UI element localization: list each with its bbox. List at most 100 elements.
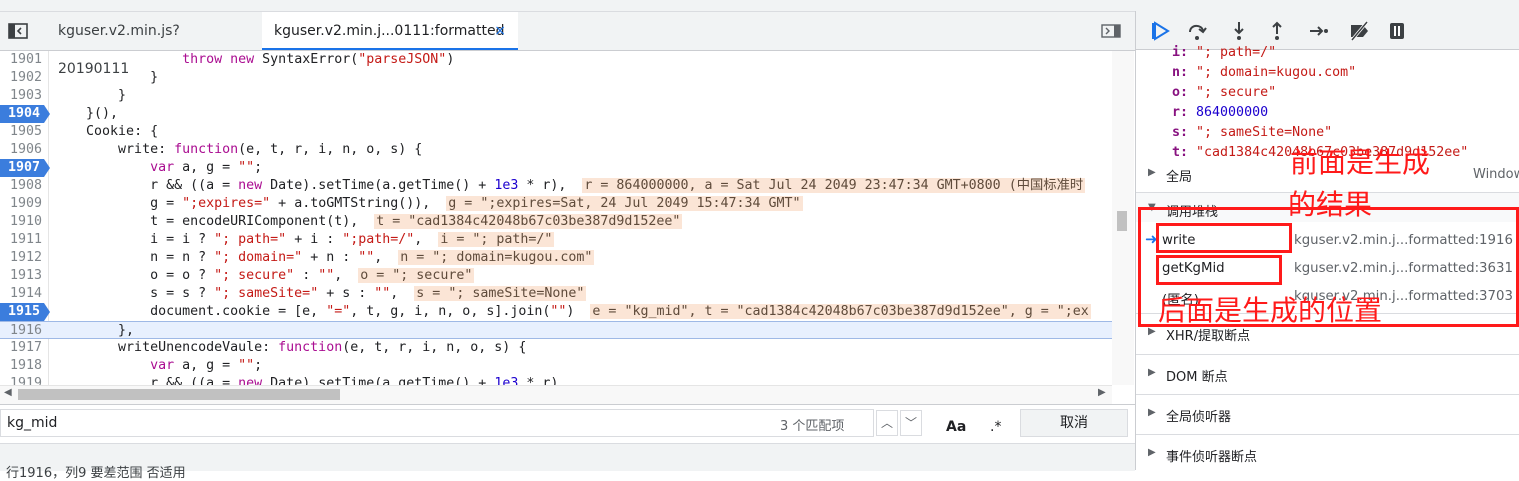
write-frame-highlight [1156, 223, 1292, 253]
code-line[interactable]: 1908 r && ((a = new Date).setTime(a.getT… [0, 177, 1112, 195]
code-line[interactable]: 1919 r && ((a = new Date).setTime(a.getT… [0, 375, 1112, 385]
cancel-button[interactable]: 取消 [1020, 409, 1128, 437]
line-number[interactable]: 1906 [0, 141, 42, 159]
line-number[interactable]: 1908 [0, 177, 42, 195]
code-line[interactable]: 1917 writeUnencodeVaule: function(e, t, … [0, 339, 1112, 357]
code-token: var [150, 358, 183, 373]
step-icon[interactable] [1308, 20, 1330, 42]
code-line[interactable]: 1907 var a, g = ""; [0, 159, 1112, 177]
horizontal-scrollbar[interactable]: ◀ ▶ [0, 385, 1112, 404]
scroll-left-icon[interactable]: ◀ [4, 387, 12, 398]
next-match-button[interactable]: ﹀ [900, 410, 922, 436]
regex-toggle[interactable]: .* [990, 419, 1001, 435]
code-line[interactable]: 1910 t = encodeURIComponent(t), t = "cad… [0, 213, 1112, 231]
scope-variable[interactable]: n: "; domain=kugou.com" [1172, 65, 1356, 80]
navigator-toggle-icon[interactable] [8, 23, 28, 39]
line-number[interactable]: 1916 [0, 322, 42, 340]
line-number[interactable]: 1917 [0, 339, 42, 357]
code-line[interactable]: 1906 write: function(e, t, r, i, n, o, s… [0, 141, 1112, 159]
match-case-toggle[interactable]: Aa [946, 419, 966, 435]
inline-value: n = "; domain=kugou.com" [398, 250, 595, 265]
breakpoint-line-number[interactable]: 1915 [0, 303, 50, 321]
code-token: Cookie: { [86, 124, 159, 139]
tab-kguser-min-js[interactable]: kguser.v2.min.js?20190111 [46, 12, 246, 77]
code-token: , [334, 268, 359, 283]
code-text: throw new SyntaxError("parseJSON") [54, 51, 454, 69]
section-label: 全局侦听器 [1166, 410, 1232, 425]
step-over-icon[interactable] [1186, 20, 1208, 42]
code-line[interactable]: 1905 Cookie: { [0, 123, 1112, 141]
code-token: , [390, 286, 415, 301]
scope-variable[interactable]: i: "; path=/" [1172, 45, 1276, 60]
variable-value: "; sameSite=None" [1196, 125, 1333, 140]
debugger-toggle-icon[interactable] [1101, 24, 1121, 38]
section-header[interactable]: ▶ DOM 断点 [1136, 354, 1519, 390]
code-text: Cookie: { [54, 123, 158, 141]
code-line[interactable]: 1901 throw new SyntaxError("parseJSON") [0, 51, 1112, 69]
tab-kguser-formatted[interactable]: kguser.v2.min.j...0111:formatted × [262, 12, 518, 50]
variable-name: s: [1172, 125, 1189, 140]
code-token: r && ((a = [150, 178, 239, 193]
line-number[interactable]: 1901 [0, 51, 42, 69]
code-text: r && ((a = new Date).setTime(a.getTime()… [54, 177, 1086, 195]
line-number[interactable]: 1902 [0, 69, 42, 87]
code-editor[interactable]: 1901 throw new SyntaxError("parseJSON") 1… [0, 51, 1112, 385]
code-token: , t, g, i, n, o, s].join( [350, 304, 551, 319]
code-line[interactable]: 1912 n = n ? "; domain=" + n : "", n = "… [0, 249, 1112, 267]
variable-name: r: [1172, 105, 1189, 120]
deactivate-breakpoints-icon[interactable] [1348, 20, 1370, 42]
scope-variable[interactable]: r: 864000000 [1172, 105, 1268, 120]
section-header[interactable]: ▶ 全局侦听器 [1136, 394, 1519, 430]
code-line[interactable]: 1909 g = ";expires=" + a.toGMTString()),… [0, 195, 1112, 213]
code-line[interactable]: 1916 }, [0, 321, 1112, 339]
code-token: } [118, 88, 127, 103]
resume-icon[interactable] [1150, 20, 1172, 42]
scroll-right-icon[interactable]: ▶ [1098, 387, 1106, 398]
line-number[interactable]: 1909 [0, 195, 42, 213]
code-token: a, g = [182, 358, 239, 373]
code-line[interactable]: 1915 document.cookie = [e, "=", t, g, i,… [0, 303, 1112, 321]
scope-variable[interactable]: s: "; sameSite=None" [1172, 125, 1332, 140]
code-line[interactable]: 1903 } [0, 87, 1112, 105]
search-input[interactable]: kg_mid [0, 409, 874, 437]
code-token: } [150, 70, 159, 85]
code-line[interactable]: 1913 o = o ? "; secure" : "", o = "; sec… [0, 267, 1112, 285]
line-number[interactable]: 1903 [0, 87, 42, 105]
line-number[interactable]: 1913 [0, 267, 42, 285]
code-token: * r) [518, 376, 559, 385]
line-number[interactable]: 1914 [0, 285, 42, 303]
line-number[interactable]: 1911 [0, 231, 42, 249]
line-number[interactable]: 1905 [0, 123, 42, 141]
vertical-scrollbar[interactable] [1112, 51, 1134, 385]
breakpoint-line-number[interactable]: 1904 [0, 105, 50, 123]
scroll-thumb[interactable] [1117, 211, 1127, 231]
code-line[interactable]: 1904 }(), [0, 105, 1112, 123]
line-number[interactable]: 1912 [0, 249, 42, 267]
code-line[interactable]: 1902 } [0, 69, 1112, 87]
code-token: (e, t, r, i, n, o, s) { [238, 142, 423, 157]
pause-on-exceptions-icon[interactable] [1386, 20, 1408, 42]
triangle-right-icon: ▶ [1148, 447, 1156, 458]
code-token: new [230, 52, 263, 67]
variable-name: t: [1172, 145, 1189, 160]
code-token: + s : [318, 286, 375, 301]
code-line[interactable]: 1918 var a, g = ""; [0, 357, 1112, 375]
code-token: Date).setTime(a.getTime() + [270, 376, 495, 385]
line-number[interactable]: 1910 [0, 213, 42, 231]
step-into-icon[interactable] [1228, 20, 1250, 42]
code-line[interactable]: 1911 i = i ? "; path=" + i : ";path=/", … [0, 231, 1112, 249]
previous-match-button[interactable]: ︿ [876, 410, 898, 436]
variable-value: "; domain=kugou.com" [1196, 65, 1357, 80]
code-line[interactable]: 1914 s = s ? "; sameSite=" + s : "", s =… [0, 285, 1112, 303]
scope-variable[interactable]: o: "; secure" [1172, 85, 1276, 100]
line-number[interactable]: 1919 [0, 375, 42, 385]
step-out-icon[interactable] [1266, 20, 1288, 42]
line-number[interactable]: 1918 [0, 357, 42, 375]
breakpoint-line-number[interactable]: 1907 [0, 159, 50, 177]
scroll-thumb[interactable] [18, 389, 340, 400]
close-icon[interactable]: × [494, 12, 506, 50]
section-header[interactable]: ▶ 事件侦听器断点 [1136, 434, 1519, 470]
